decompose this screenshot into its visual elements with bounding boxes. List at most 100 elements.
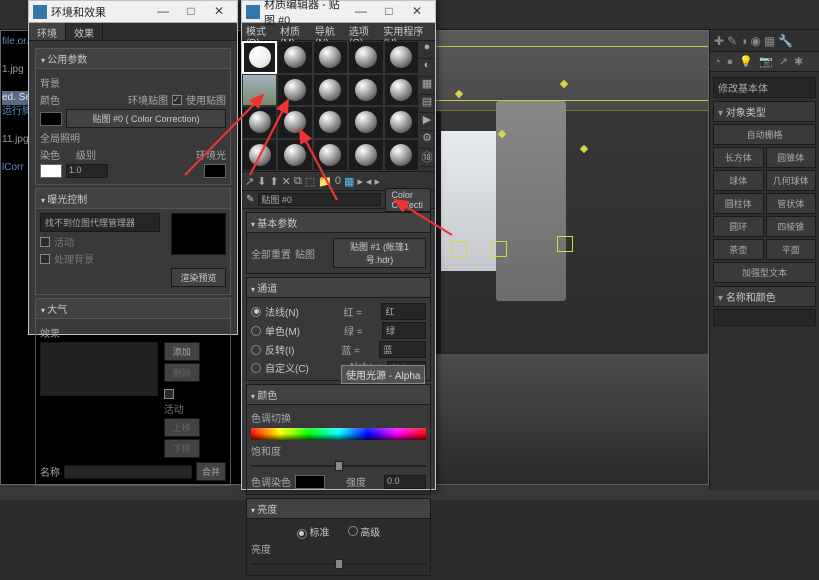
- rollout-channels[interactable]: 通道: [246, 277, 431, 298]
- btn-tea[interactable]: 茶壶: [713, 239, 764, 260]
- r-dropdown[interactable]: 红: [381, 303, 426, 320]
- menu-modes[interactable]: 模式(D): [246, 23, 276, 40]
- rollout-lightness[interactable]: 亮度: [246, 498, 431, 519]
- tint-swatch[interactable]: [40, 164, 62, 178]
- pick-icon[interactable]: ↗: [245, 175, 254, 188]
- rollout-name-color[interactable]: 名称和颜色: [713, 286, 816, 307]
- bg-icon[interactable]: ▦: [419, 77, 435, 95]
- btn-text[interactable]: 加强型文本: [713, 262, 816, 283]
- atmos-del-button[interactable]: 删除: [164, 363, 200, 382]
- atmos-active-check[interactable]: [164, 389, 174, 399]
- rollout-object-type[interactable]: 对象类型: [713, 101, 816, 122]
- ambient-swatch[interactable]: [204, 164, 226, 178]
- mat-slot-0[interactable]: [242, 41, 277, 74]
- mat-slot-6[interactable]: [277, 74, 312, 107]
- make-unique-icon[interactable]: ⬚: [305, 175, 315, 188]
- mat-slot-9[interactable]: [384, 74, 419, 107]
- radio-custom[interactable]: [251, 363, 261, 373]
- backlight-icon[interactable]: ◐: [419, 59, 435, 77]
- huetint-swatch[interactable]: [295, 475, 325, 489]
- mat-vert-toolbar[interactable]: ● ◐ ▦ ▤ ▶ ⚙ ⑱: [419, 41, 435, 171]
- menu-nav[interactable]: 导航(N): [315, 23, 345, 40]
- menu-material[interactable]: 材质(M): [280, 23, 311, 40]
- render-preview-button[interactable]: 渲染预览: [171, 268, 226, 287]
- rollout-basic[interactable]: 基本参数: [246, 212, 431, 233]
- env-titlebar[interactable]: 环境和效果 — □ ✕: [29, 1, 237, 23]
- eyedrop-icon[interactable]: ✎: [246, 194, 254, 205]
- close-icon[interactable]: ✕: [205, 2, 233, 22]
- rollout-color[interactable]: 颜色: [246, 384, 431, 405]
- auto-grid-toggle[interactable]: 自动栅格: [713, 124, 816, 145]
- obj-category-dropdown[interactable]: 修改基本体: [713, 77, 816, 98]
- hue-strip[interactable]: [251, 428, 426, 440]
- g-dropdown[interactable]: 绿: [382, 322, 426, 339]
- btn-box[interactable]: 长方体: [713, 147, 764, 168]
- btn-cone[interactable]: 圆锥体: [766, 147, 817, 168]
- maximize-icon[interactable]: □: [177, 2, 205, 22]
- mat-slot-14[interactable]: [384, 106, 419, 139]
- mtl-id-icon[interactable]: 0: [335, 175, 341, 187]
- btn-pyr[interactable]: 四棱锥: [766, 216, 817, 237]
- radio-adv[interactable]: [348, 526, 358, 536]
- command-panel-icons[interactable]: ✚✎◑◉▦🔧: [710, 30, 819, 52]
- close-icon[interactable]: ✕: [403, 2, 431, 22]
- atmos-add-button[interactable]: 添加: [164, 342, 200, 361]
- btn-sphere[interactable]: 球体: [713, 170, 764, 191]
- btn-plane[interactable]: 平面: [766, 239, 817, 260]
- mat-slot-12[interactable]: [313, 106, 348, 139]
- b-dropdown[interactable]: 蓝: [379, 341, 426, 358]
- by-id-icon[interactable]: ⑱: [419, 149, 435, 167]
- btn-tube[interactable]: 管状体: [766, 193, 817, 214]
- none-map-button[interactable]: 贴图 #1 (帐篷1号.hdr): [333, 238, 426, 268]
- material-sample-slots[interactable]: [242, 41, 419, 171]
- radio-invert[interactable]: [251, 345, 261, 355]
- radio-normal[interactable]: [251, 307, 261, 317]
- level-spinner[interactable]: 1.0: [66, 164, 108, 178]
- assign-icon[interactable]: ⬆: [269, 175, 278, 188]
- mat-slot-17[interactable]: [313, 139, 348, 172]
- mat-slot-2[interactable]: [313, 41, 348, 74]
- brightness-slider[interactable]: [251, 559, 426, 569]
- atmos-down-button[interactable]: 下移: [164, 439, 200, 458]
- saturation-slider[interactable]: [251, 461, 426, 471]
- material-name-input[interactable]: [258, 193, 381, 206]
- reset-icon[interactable]: ✕: [282, 175, 291, 188]
- mat-menubar[interactable]: 模式(D) 材质(M) 导航(N) 选项(O) 实用程序(U): [242, 23, 435, 41]
- exp-bg-check[interactable]: [40, 254, 50, 264]
- show-map-icon[interactable]: ▦: [344, 175, 354, 188]
- show-end-icon[interactable]: ▸: [357, 175, 363, 188]
- bg-color-swatch[interactable]: [40, 112, 62, 126]
- mat-slot-10[interactable]: [242, 106, 277, 139]
- mat-slot-1[interactable]: [277, 41, 312, 74]
- mat-slot-5[interactable]: [242, 74, 277, 107]
- atmos-merge-button[interactable]: 合并: [196, 462, 226, 481]
- exp-active-check[interactable]: [40, 237, 50, 247]
- nav-sib-icon[interactable]: ▸: [374, 175, 380, 188]
- rollout-atmos[interactable]: 大气: [36, 299, 230, 319]
- copy-icon[interactable]: ⧉: [294, 175, 302, 188]
- atmos-name-input[interactable]: [64, 465, 192, 479]
- rollout-common[interactable]: 公用参数: [36, 49, 230, 69]
- mat-slot-4[interactable]: [384, 41, 419, 74]
- atmos-list[interactable]: [40, 342, 158, 396]
- mat-slot-3[interactable]: [348, 41, 383, 74]
- minimize-icon[interactable]: —: [149, 2, 177, 22]
- mat-slot-11[interactable]: [277, 106, 312, 139]
- tab-effects[interactable]: 效果: [66, 23, 103, 40]
- maximize-icon[interactable]: □: [375, 2, 403, 22]
- put-icon[interactable]: ⬇: [257, 175, 266, 188]
- exposure-dropdown[interactable]: 找不到位图代理管理器: [40, 213, 160, 232]
- mat-slot-18[interactable]: [348, 139, 383, 172]
- environment-dialog[interactable]: 环境和效果 — □ ✕ 环境 效果 公用参数 背景 颜色 环境贴图 使用贴图: [28, 0, 238, 335]
- menu-options[interactable]: 选项(O): [349, 23, 379, 40]
- rollout-exposure[interactable]: 曝光控制: [36, 189, 230, 209]
- object-name-input[interactable]: [713, 309, 816, 326]
- put-lib-icon[interactable]: 📁: [318, 175, 332, 188]
- btn-geo[interactable]: 几何球体: [766, 170, 817, 191]
- radio-mono[interactable]: [251, 326, 261, 336]
- mat-slot-13[interactable]: [348, 106, 383, 139]
- material-type-button[interactable]: Color Correcti: [385, 188, 431, 212]
- material-editor[interactable]: 材质编辑器 - 贴图 #0 — □ ✕ 模式(D) 材质(M) 导航(N) 选项…: [241, 0, 436, 490]
- radio-std[interactable]: [297, 529, 307, 539]
- mat-slot-19[interactable]: [384, 139, 419, 172]
